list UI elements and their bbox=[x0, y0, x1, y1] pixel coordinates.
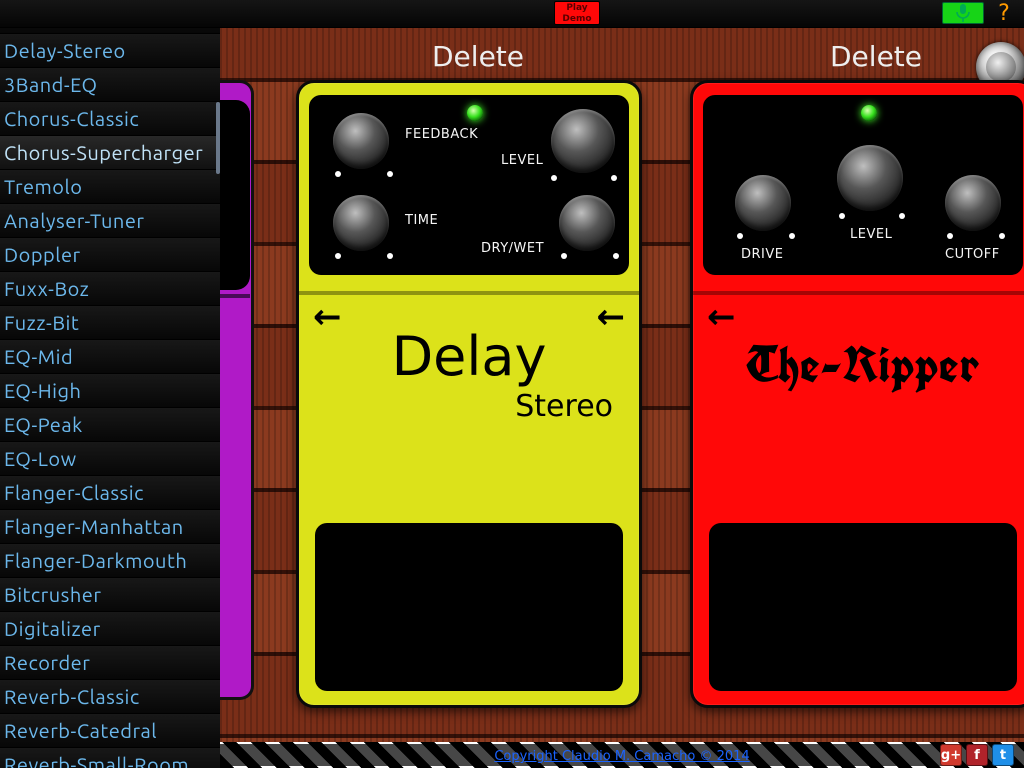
knob-min-dot bbox=[335, 171, 341, 177]
facebook-icon[interactable]: f bbox=[966, 744, 988, 766]
sidebar-item-flanger-darkmouth[interactable]: Flanger-Darkmouth bbox=[0, 544, 220, 578]
label-level: LEVEL bbox=[501, 153, 543, 168]
foot-switch[interactable] bbox=[709, 523, 1017, 691]
knob-max-dot bbox=[611, 175, 617, 181]
pedal-delay-stereo[interactable]: FEEDBACK LEVEL TIME DRY/WET ← ← Delay St… bbox=[296, 80, 642, 708]
knob-min-dot bbox=[551, 175, 557, 181]
sidebar-item-3band-eq[interactable]: 3Band-EQ bbox=[0, 68, 220, 102]
pedal-title: Delay bbox=[299, 325, 639, 388]
play-demo-label: Play Demo bbox=[562, 3, 591, 24]
knob-max-dot bbox=[789, 233, 795, 239]
pedal-controls-panel: DRIVE LEVEL CUTOFF bbox=[703, 95, 1023, 275]
sidebar-item-reverb-catedral[interactable]: Reverb-Catedral bbox=[0, 714, 220, 748]
sidebar-item-eq-peak[interactable]: EQ-Peak bbox=[0, 408, 220, 442]
delete-button-delay[interactable]: Delete bbox=[432, 40, 524, 73]
knob-max-dot bbox=[899, 213, 905, 219]
knob-max-dot bbox=[387, 253, 393, 259]
label-level: LEVEL bbox=[850, 227, 892, 242]
sidebar-item-fuxx-boz[interactable]: Fuxx-Boz bbox=[0, 272, 220, 306]
knob-drywet[interactable] bbox=[559, 195, 615, 251]
knob-max-dot bbox=[613, 253, 619, 259]
sidebar-item-tremolo[interactable]: Tremolo bbox=[0, 170, 220, 204]
label-drive: DRIVE bbox=[741, 247, 783, 262]
knob-level[interactable] bbox=[837, 145, 903, 211]
knob-max-dot bbox=[999, 233, 1005, 239]
sidebar-item-reverb-small-room[interactable]: Reverb-Small-Room bbox=[0, 748, 220, 768]
sidebar-item-eq-high[interactable]: EQ-High bbox=[0, 374, 220, 408]
knob-level[interactable] bbox=[551, 109, 615, 173]
sidebar-item-flanger-classic[interactable]: Flanger-Classic bbox=[0, 476, 220, 510]
top-bar: Play Demo ? bbox=[0, 0, 1024, 28]
google-plus-icon[interactable]: g+ bbox=[940, 744, 962, 766]
label-feedback: FEEDBACK bbox=[405, 127, 478, 142]
sidebar-item-doppler[interactable]: Doppler bbox=[0, 238, 220, 272]
sidebar-item-fuzz-bit[interactable]: Fuzz-Bit bbox=[0, 306, 220, 340]
sidebar-item-eq-low[interactable]: EQ-Low bbox=[0, 442, 220, 476]
sidebar-item-reverb-classic[interactable]: Reverb-Classic bbox=[0, 680, 220, 714]
play-demo-button[interactable]: Play Demo bbox=[554, 1, 600, 25]
knob-min-dot bbox=[947, 233, 953, 239]
help-button[interactable]: ? bbox=[992, 0, 1016, 28]
effects-sidebar: Delay-MonoDelay-Stereo3Band-EQChorus-Cla… bbox=[0, 0, 220, 768]
scrollbar-thumb[interactable] bbox=[216, 102, 220, 174]
power-led-icon bbox=[861, 105, 877, 121]
pedal-controls-panel: FEEDBACK LEVEL TIME DRY/WET bbox=[309, 95, 629, 275]
knob-feedback[interactable] bbox=[333, 113, 389, 169]
sidebar-item-bitcrusher[interactable]: Bitcrusher bbox=[0, 578, 220, 612]
label-time: TIME bbox=[405, 213, 438, 228]
knob-max-dot bbox=[387, 171, 393, 177]
sidebar-item-eq-mid[interactable]: EQ-Mid bbox=[0, 340, 220, 374]
knob-min-dot bbox=[335, 253, 341, 259]
sidebar-item-analyser-tuner[interactable]: Analyser-Tuner bbox=[0, 204, 220, 238]
knob-min-dot bbox=[839, 213, 845, 219]
sidebar-item-flanger-manhattan[interactable]: Flanger-Manhattan bbox=[0, 510, 220, 544]
label-cutoff: CUTOFF bbox=[945, 247, 1000, 262]
pedal-subtitle: Stereo bbox=[299, 389, 613, 424]
sidebar-item-chorus-classic[interactable]: Chorus-Classic bbox=[0, 102, 220, 136]
power-led-icon bbox=[467, 105, 483, 121]
foot-switch[interactable] bbox=[315, 523, 623, 691]
pedal-title: The-Ripper bbox=[693, 331, 1024, 397]
sidebar-item-chorus-supercharger[interactable]: Chorus-Supercharger bbox=[0, 136, 220, 170]
label-drywet: DRY/WET bbox=[481, 241, 544, 256]
twitter-icon[interactable]: t bbox=[992, 744, 1014, 766]
knob-drive[interactable] bbox=[735, 175, 791, 231]
knob-min-dot bbox=[561, 253, 567, 259]
microphone-icon bbox=[956, 4, 970, 22]
pedal-sliver-purple[interactable] bbox=[220, 80, 254, 700]
mic-button[interactable] bbox=[942, 2, 984, 24]
footer-bar: Copyright Claudio M. Camacho © 2014 bbox=[220, 742, 1024, 768]
knob-min-dot bbox=[737, 233, 743, 239]
sidebar-item-recorder[interactable]: Recorder bbox=[0, 646, 220, 680]
sidebar-item-digitalizer[interactable]: Digitalizer bbox=[0, 612, 220, 646]
copyright-link[interactable]: Copyright Claudio M. Camacho © 2014 bbox=[494, 749, 749, 764]
knob-time[interactable] bbox=[333, 195, 389, 251]
delete-button-ripper[interactable]: Delete bbox=[830, 40, 922, 73]
sidebar-item-delay-stereo[interactable]: Delay-Stereo bbox=[0, 34, 220, 68]
pedal-the-ripper[interactable]: DRIVE LEVEL CUTOFF ← The-Ripper bbox=[690, 80, 1024, 708]
knob-cutoff[interactable] bbox=[945, 175, 1001, 231]
